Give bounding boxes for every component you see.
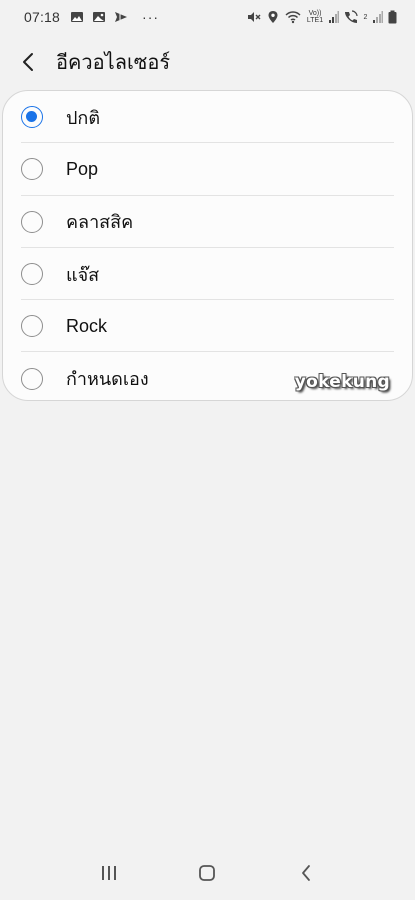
back-button[interactable]	[0, 40, 56, 84]
home-icon	[199, 865, 216, 881]
gallery-icon	[92, 10, 106, 24]
sim2-label: 2	[363, 13, 368, 21]
option-classic[interactable]: คลาสสิค	[3, 196, 412, 249]
radio-button[interactable]	[21, 158, 43, 181]
option-label: คลาสสิค	[66, 212, 134, 233]
back-icon	[301, 865, 310, 881]
page-title: อีควอไลเซอร์	[56, 52, 171, 74]
radio-button[interactable]	[21, 106, 43, 129]
navigation-bar	[0, 846, 415, 900]
radio-button[interactable]	[21, 367, 43, 390]
signal-icon	[329, 10, 339, 24]
image-icon	[70, 10, 84, 24]
option-label: ปกติ	[66, 107, 101, 128]
signal-icon	[373, 10, 383, 24]
location-icon	[266, 10, 280, 24]
more-notifications-icon: ···	[142, 9, 160, 25]
chevron-left-icon	[23, 53, 33, 71]
home-button[interactable]	[187, 853, 227, 893]
radio-button[interactable]	[21, 315, 43, 338]
option-label: Pop	[66, 158, 99, 179]
radio-button[interactable]	[21, 263, 43, 286]
battery-icon	[388, 10, 397, 24]
option-normal[interactable]: ปกติ	[3, 91, 412, 144]
radio-button[interactable]	[21, 210, 43, 233]
status-right: Vo)) LTE1 2	[247, 10, 397, 24]
mute-icon	[247, 10, 261, 24]
recent-apps-icon	[102, 866, 117, 880]
wifi-icon	[285, 10, 301, 24]
back-nav-button[interactable]	[286, 853, 326, 893]
option-label: Rock	[66, 315, 108, 336]
option-label: กำหนดเอง	[66, 369, 149, 390]
recent-apps-button[interactable]	[89, 853, 129, 893]
option-jazz[interactable]: แจ๊ส	[3, 248, 412, 301]
status-time: 07:18	[24, 9, 61, 25]
equalizer-options-card: ปกติ Pop คลาสสิค แจ๊ส Rock กำหนดเอง yoke…	[2, 90, 413, 401]
option-pop[interactable]: Pop	[3, 143, 412, 196]
send-icon	[114, 10, 128, 24]
option-label: แจ๊ส	[66, 264, 100, 285]
app-bar: อีควอไลเซอร์	[0, 40, 415, 84]
status-bar: 07:18 ··· Vo)) LTE1 2	[0, 0, 415, 34]
option-rock[interactable]: Rock	[3, 300, 412, 353]
watermark: yokekung	[294, 372, 390, 392]
volte-label: Vo)) LTE1	[306, 10, 324, 24]
call-wifi-icon	[344, 10, 358, 24]
status-left: 07:18 ···	[24, 9, 159, 25]
